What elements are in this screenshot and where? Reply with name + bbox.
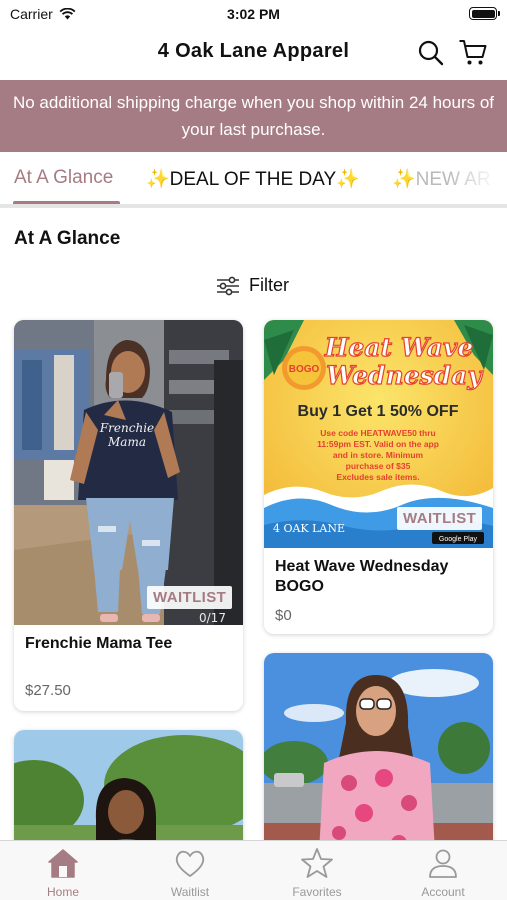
- filter-button[interactable]: Filter: [216, 275, 289, 296]
- search-icon: [418, 40, 444, 66]
- star-icon: [301, 848, 333, 878]
- svg-text:0/17: 0/17: [199, 611, 226, 625]
- tab-home-label: Home: [46, 885, 79, 899]
- product-image: [264, 653, 493, 870]
- heart-icon: [175, 850, 205, 877]
- section-title: At A Glance: [14, 228, 121, 249]
- svg-text:Mama: Mama: [107, 435, 146, 449]
- tab-deal-of-the-day[interactable]: ✨DEAL OF THE DAY✨: [146, 167, 360, 191]
- tab-at-a-glance[interactable]: At A Glance: [14, 167, 113, 189]
- product-card[interactable]: [264, 653, 493, 870]
- product-name: Heat Wave Wednesday BOGO: [275, 558, 449, 595]
- tab-account[interactable]: Account: [380, 841, 506, 900]
- filter-label: Filter: [249, 275, 289, 295]
- sliders-icon: [217, 276, 239, 295]
- search-button[interactable]: [416, 38, 446, 68]
- waitlist-badge: WAITLIST: [397, 507, 483, 530]
- bogo-badge-text: BOGO: [289, 364, 320, 375]
- product-card-heat-wave-wednesday-bogo[interactable]: BOGO Heat Wave Wednesday Buy 1 Get 1 50%…: [264, 320, 493, 634]
- svg-text:and in store. Minimum: and in store. Minimum: [333, 450, 424, 460]
- battery-icon: [469, 7, 500, 20]
- svg-text:Use code HEATWAVE50 thru: Use code HEATWAVE50 thru: [320, 428, 435, 438]
- promo-headline-1: Heat Wave: [324, 333, 474, 362]
- svg-text:purchase of $35: purchase of $35: [346, 461, 411, 471]
- person-icon: [429, 849, 457, 878]
- product-card-frenchie-mama-tee[interactable]: Frenchie Mama 0/17 WAITLIST Frenchie Mam…: [14, 320, 243, 711]
- tab-home[interactable]: Home: [0, 841, 126, 900]
- cart-icon: [459, 40, 487, 65]
- navigation-bar: 4 Oak Lane Apparel: [0, 28, 507, 80]
- tabs-divider: [0, 204, 507, 208]
- tab-account-label: Account: [421, 885, 465, 899]
- svg-text:Frenchie: Frenchie: [99, 421, 154, 435]
- tab-favorites[interactable]: Favorites: [254, 841, 380, 900]
- product-price: $27.50: [25, 682, 71, 699]
- home-icon: [48, 849, 78, 878]
- product-price: $0: [275, 607, 292, 624]
- tab-waitlist-label: Waitlist: [170, 885, 210, 899]
- bottom-tab-bar: Home Waitlist Favorites Account: [0, 840, 507, 900]
- clock: 3:02 PM: [227, 6, 280, 22]
- category-tabs: At A Glance ✨DEAL OF THE DAY✨ ✨NEW AR: [0, 152, 507, 208]
- waitlist-badge: WAITLIST: [147, 586, 233, 609]
- store-logo-text: 4 OAK LANE: [273, 522, 345, 535]
- promo-text: No additional shipping charge when you s…: [12, 93, 495, 139]
- tab-favorites-label: Favorites: [292, 885, 342, 899]
- shipping-promo-banner: No additional shipping charge when you s…: [0, 80, 507, 152]
- product-image: Frenchie Mama 0/17: [14, 320, 243, 625]
- product-name: Frenchie Mama Tee: [25, 635, 173, 652]
- tab-waitlist[interactable]: Waitlist: [127, 841, 253, 900]
- svg-text:Excludes sale items.: Excludes sale items.: [336, 472, 419, 482]
- google-play-badge: Google Play: [439, 536, 478, 543]
- status-bar: Carrier 3:02 PM: [0, 0, 507, 28]
- cart-button[interactable]: [458, 38, 488, 68]
- promo-offer: Buy 1 Get 1 50% OFF: [298, 403, 459, 420]
- promo-headline-2: Wednesday: [326, 361, 483, 390]
- svg-text:11:59pm EST. Valid on the app: 11:59pm EST. Valid on the app: [317, 439, 439, 449]
